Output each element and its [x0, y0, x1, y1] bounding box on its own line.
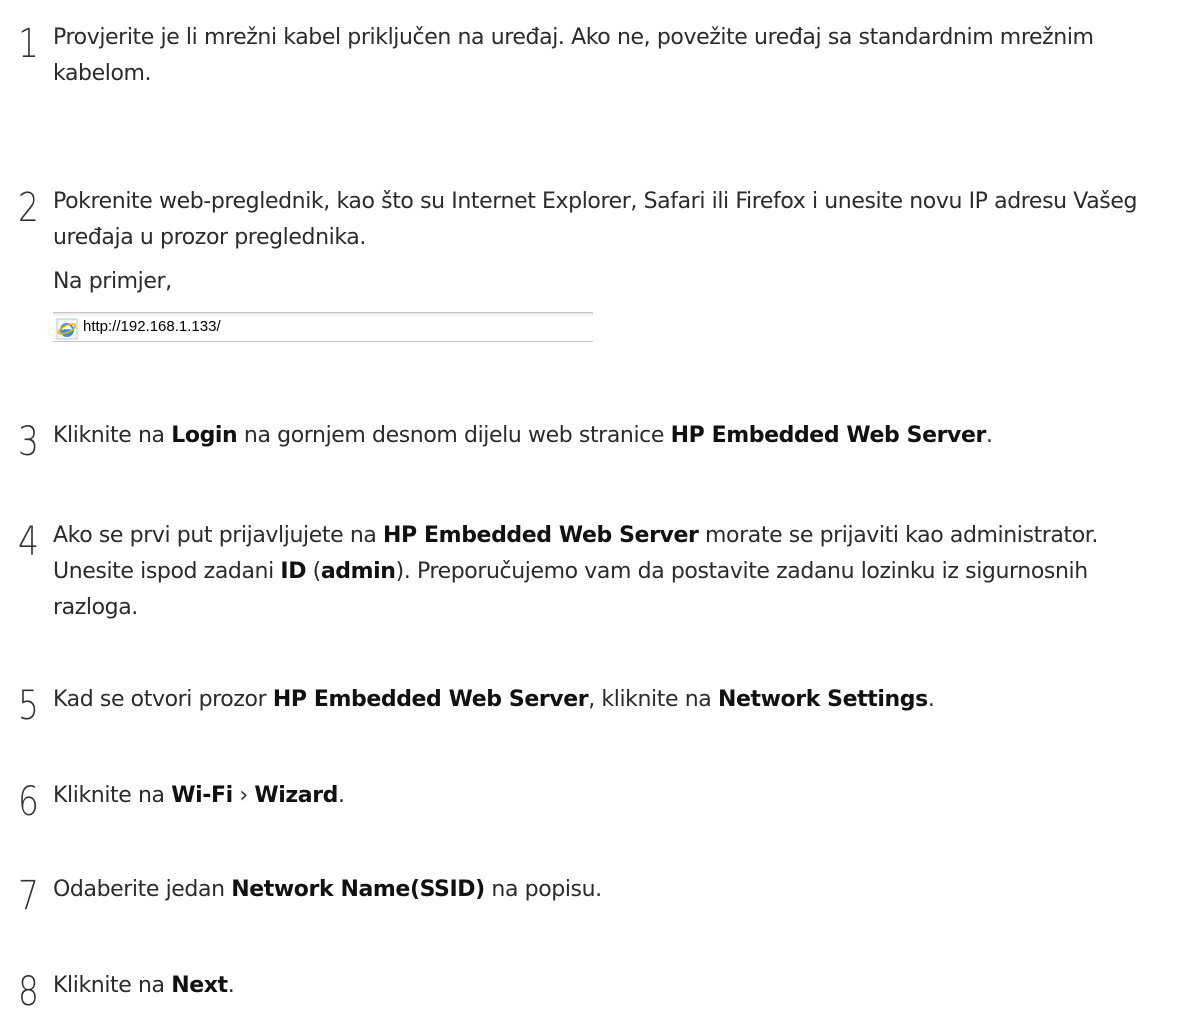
step-number: 4 [18, 519, 39, 565]
internet-explorer-icon [56, 316, 78, 340]
step-number: 3 [18, 419, 39, 465]
browser-address-bar: http://192.168.1.133/ [53, 312, 593, 342]
step-number: 1 [18, 21, 39, 67]
step-text: Pokrenite web-preglednik, kao što su Int… [53, 189, 1138, 250]
hp-embedded-web-server-term: HP Embedded Web Server [670, 423, 987, 448]
login-term: Login [171, 423, 238, 448]
step-text: Ako se prvi put prijavljujete na HP Embe… [53, 523, 1099, 620]
step-number: 7 [18, 873, 39, 919]
hp-embedded-web-server-term: HP Embedded Web Server [383, 523, 699, 548]
url-text: http://192.168.1.133/ [83, 318, 221, 335]
step-text: Provjerite je li mrežni kabel priključen… [53, 25, 1094, 86]
example-label: Na primjer, [53, 269, 172, 294]
step-number: 2 [18, 185, 39, 231]
network-settings-term: Network Settings [717, 687, 928, 712]
wifi-term: Wi-Fi [171, 783, 233, 808]
step-number: 8 [18, 969, 39, 1015]
step-number: 5 [18, 683, 39, 729]
step-text: Kad se otvori prozor HP Embedded Web Ser… [53, 687, 935, 712]
next-term: Next [171, 973, 228, 998]
network-name-ssid-term: Network Name(SSID) [231, 877, 485, 902]
hp-embedded-web-server-term: HP Embedded Web Server [272, 687, 589, 712]
step-number: 6 [18, 779, 39, 825]
step-text: Kliknite na Login na gornjem desnom dije… [53, 423, 993, 448]
id-term: ID [280, 559, 307, 584]
admin-term: admin [320, 559, 396, 584]
step-text: Odaberite jedan Network Name(SSID) na po… [53, 877, 602, 902]
wizard-term: Wizard [254, 783, 338, 808]
step-text: Kliknite na Next. [53, 973, 235, 998]
step-text: Kliknite na Wi-Fi › Wizard. [53, 783, 345, 808]
